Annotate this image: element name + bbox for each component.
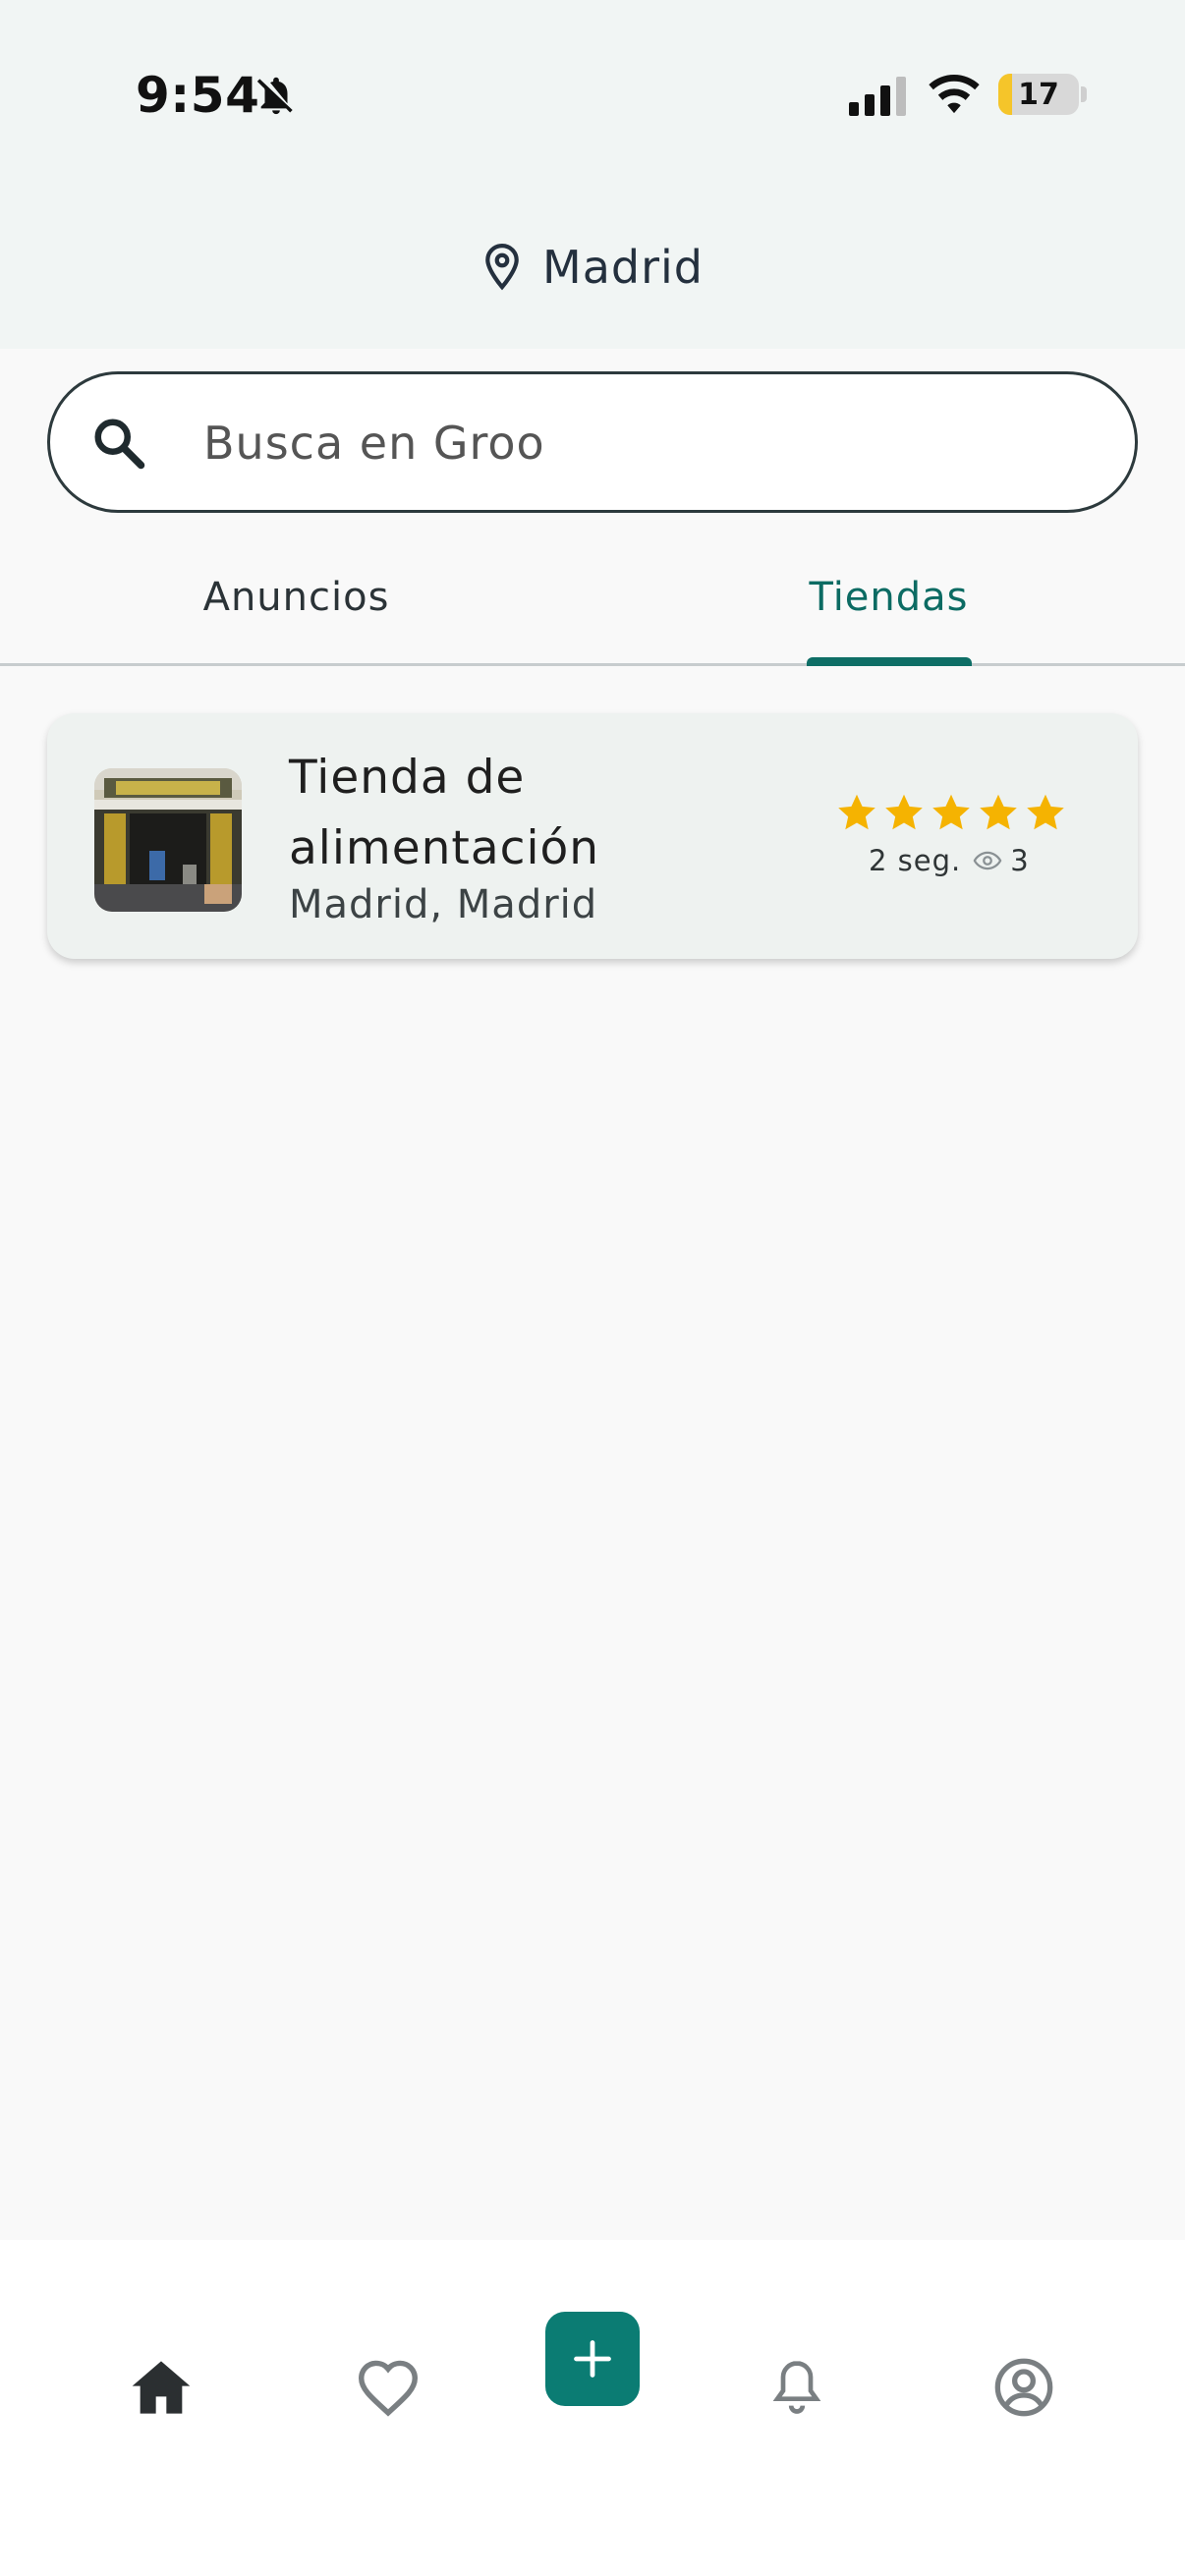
tab-tiendas-label: Tiendas [809, 575, 969, 620]
view-count: 3 [1010, 844, 1030, 877]
star-icon [980, 794, 1017, 830]
time-ago: 2 seg. [869, 844, 962, 877]
nav-home[interactable] [102, 2328, 220, 2446]
eye-icon [973, 851, 1002, 870]
store-card[interactable]: Tienda de alimentación Madrid, Madrid 2 … [47, 713, 1138, 959]
nav-notifications[interactable] [738, 2328, 856, 2446]
status-time: 9:54 [136, 67, 260, 124]
add-listing-button[interactable] [545, 2312, 640, 2406]
search-input[interactable] [203, 404, 1088, 482]
tab-anuncios[interactable]: Anuncios [0, 550, 592, 666]
tab-anuncios-label: Anuncios [202, 575, 390, 620]
plus-icon [574, 2340, 611, 2378]
tab-tiendas[interactable]: Tiendas [592, 550, 1185, 666]
bell-icon [772, 2361, 821, 2414]
tab-bar: Anuncios Tiendas [0, 550, 1185, 666]
store-meta: 2 seg. 3 [869, 844, 1030, 877]
search-bar[interactable] [47, 371, 1138, 513]
nav-profile[interactable] [965, 2328, 1083, 2446]
user-circle-icon [994, 2358, 1053, 2417]
heart-icon [358, 2360, 419, 2417]
search-icon[interactable] [89, 414, 148, 473]
home-icon [132, 2361, 191, 2414]
nav-favorites[interactable] [329, 2328, 447, 2446]
bell-off-icon [256, 77, 293, 115]
location-selector[interactable]: Madrid [0, 234, 1185, 301]
app-screen: 9:54 17 Madrid Busca en Groo Anuncios Ti… [0, 0, 1185, 2576]
store-thumbnail [94, 768, 242, 912]
star-icon [885, 794, 923, 830]
battery-level: 17 [1018, 77, 1059, 112]
star-icon [932, 794, 970, 830]
wifi-icon [929, 74, 980, 114]
star-icon [1027, 794, 1064, 830]
location-name: Madrid [542, 241, 704, 294]
storefront-image [94, 768, 242, 912]
store-title: Tienda de alimentación [289, 751, 600, 875]
tab-selected-indicator [807, 657, 972, 666]
star-icon [838, 794, 875, 830]
bottom-nav [0, 2240, 1185, 2576]
cellular-signal-icon [849, 77, 906, 116]
store-location: Madrid, Madrid [289, 882, 598, 927]
battery-cap [1081, 86, 1087, 102]
map-pin-icon [485, 244, 519, 291]
battery-indicator: 17 [998, 74, 1079, 115]
header: 9:54 17 Madrid [0, 0, 1185, 349]
rating-stars [833, 790, 1069, 835]
